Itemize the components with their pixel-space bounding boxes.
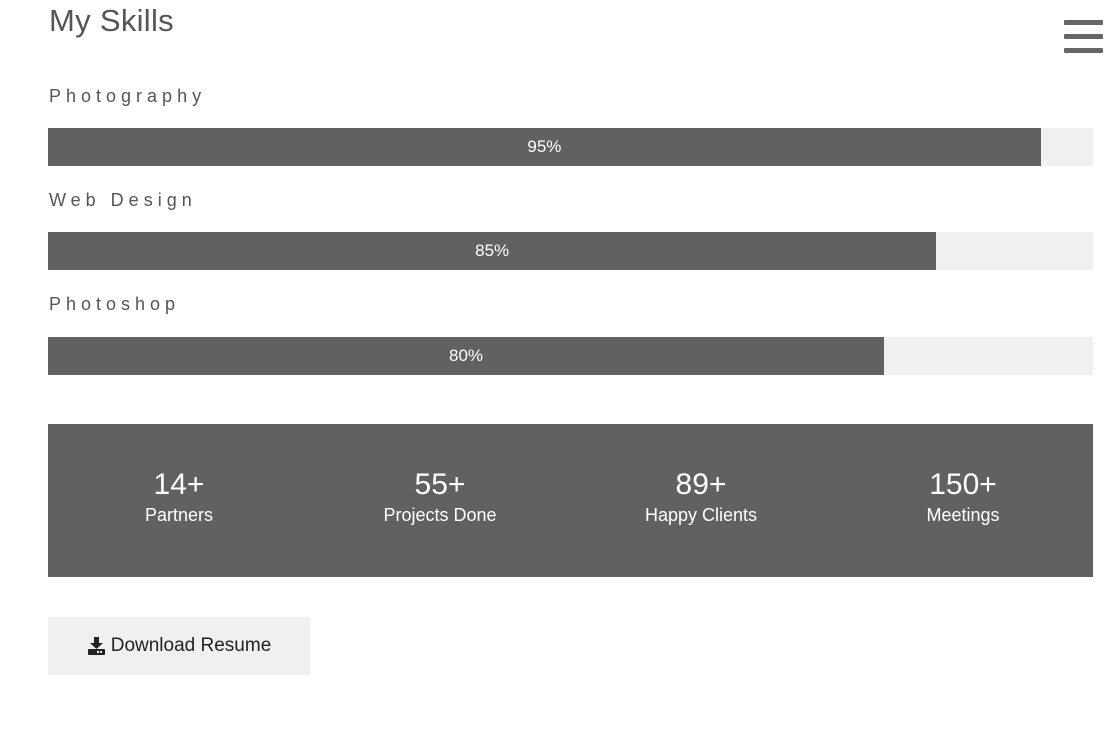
skill-progress-track: 95% [48, 128, 1093, 166]
stat-meetings: 150+ Meetings [863, 467, 1063, 527]
skill-progress-fill: 85% [48, 232, 937, 270]
skill-percent-label: 80% [448, 346, 484, 365]
stat-value: 55+ [414, 468, 466, 501]
stats-panel: 14+ Partners 55+ Projects Done 89+ Happy… [48, 424, 1093, 577]
skill-percent-label: 85% [475, 241, 510, 260]
page-title: My Skills [49, 3, 174, 38]
stat-label: Projects Done [383, 505, 497, 525]
skill-progress-track: 85% [48, 232, 1093, 270]
skills-page: My Skills Photography 95% Web Design 85% [0, 0, 1117, 732]
download-resume-button[interactable]: Download Resume [48, 617, 310, 675]
stat-projects-done: 55+ Projects Done [340, 467, 540, 527]
stat-label: Happy Clients [644, 505, 758, 525]
stat-value: 14+ [153, 468, 205, 501]
stat-label: Partners [144, 505, 214, 525]
skill-label: Photography [49, 86, 207, 106]
stat-value: 89+ [675, 468, 727, 501]
stat-value: 150+ [929, 468, 997, 501]
skill-label: Photoshop [49, 294, 181, 314]
skill-percent-label: 95% [527, 137, 562, 156]
stat-happy-clients: 89+ Happy Clients [601, 467, 801, 527]
stat-partners: 14+ Partners [79, 467, 279, 527]
stat-label: Meetings [926, 505, 1000, 525]
skill-progress-fill: 95% [48, 128, 1041, 166]
skill-progress-fill: 80% [48, 337, 884, 375]
skill-progress-track: 80% [48, 337, 1093, 375]
hamburger-menu-button[interactable] [1064, 20, 1104, 54]
download-button-label: Download Resume [110, 635, 272, 656]
skill-label: Web Design [49, 190, 197, 210]
download-icon [87, 637, 106, 655]
